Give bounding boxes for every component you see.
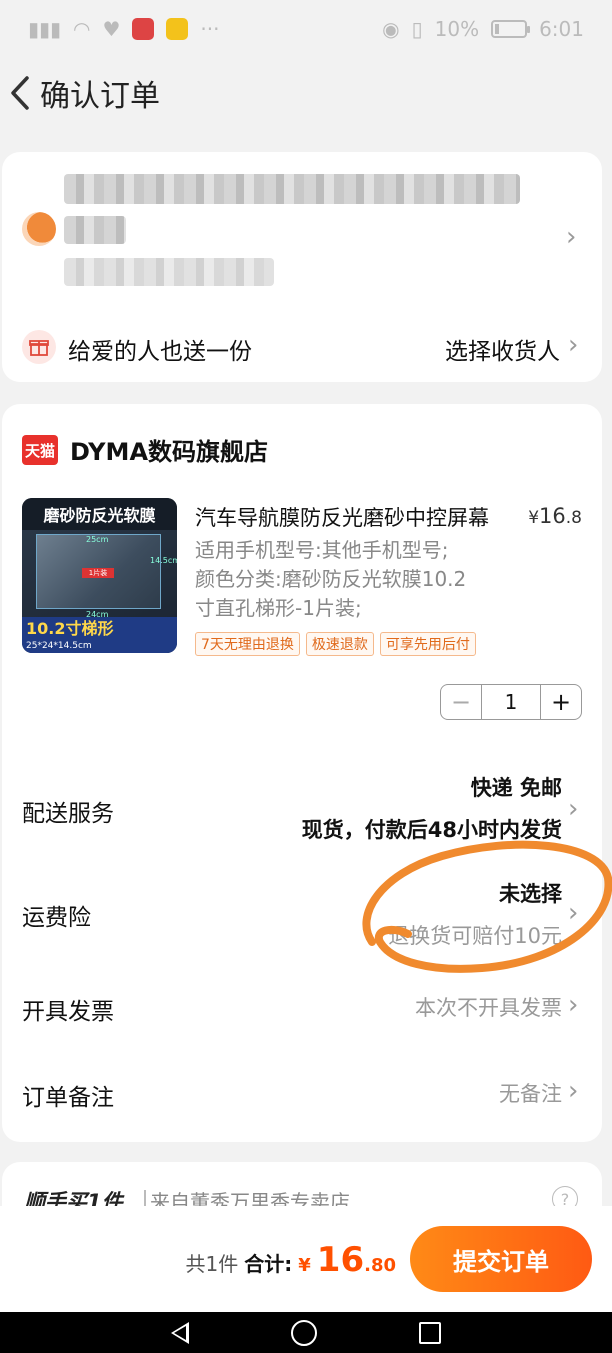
product-image[interactable]: 磨砂防反光软膜 25cm 14.5cm 24cm 1片装 10.2寸梯形 25*… xyxy=(22,498,177,653)
submit-order-button[interactable]: 提交订单 xyxy=(410,1226,592,1292)
chevron-right-icon: › xyxy=(568,794,579,824)
minus-button[interactable]: − xyxy=(441,685,481,719)
plus-button[interactable]: + xyxy=(541,685,581,719)
chevron-right-icon: › xyxy=(568,898,579,928)
system-home-icon[interactable] xyxy=(291,1319,317,1346)
tmall-badge: 天猫 xyxy=(22,435,58,465)
chevron-right-icon: › xyxy=(566,222,577,252)
shipping-insurance-status[interactable]: 未选择 xyxy=(499,878,562,908)
product-price: ¥16.8 xyxy=(528,504,582,528)
phone-blurred xyxy=(64,258,274,286)
nav-bar: 确认订单 xyxy=(0,58,612,128)
clock: 6:01 xyxy=(539,17,584,41)
product-image-dim-top: 25cm xyxy=(86,535,109,544)
battery-percent: 10% xyxy=(434,17,480,41)
order-note-label: 订单备注 xyxy=(22,1085,114,1111)
invoice-value[interactable]: 本次不开具发票 xyxy=(415,992,562,1022)
gift-label: 给爱的人也送一份 xyxy=(68,339,252,365)
total-dec: .80 xyxy=(364,1255,396,1276)
address-line-blurred xyxy=(64,174,520,204)
heart-icon: ♥ xyxy=(102,17,121,41)
vibrate-icon: ▯ xyxy=(411,17,423,41)
status-icons-right: ◉ ▯ 10% 6:01 xyxy=(382,17,584,41)
chevron-right-icon: › xyxy=(568,1076,579,1106)
back-button[interactable] xyxy=(0,73,40,113)
gift-icon xyxy=(22,330,56,364)
product-image-size-sub: 25*24*14.5cm xyxy=(26,641,92,651)
product-title[interactable]: 汽车导航膜防反光磨砂中控屏幕 xyxy=(195,502,525,532)
plus-icon: + xyxy=(550,688,572,716)
price-symbol: ¥ xyxy=(528,508,540,528)
chevron-right-icon: › xyxy=(568,990,579,1020)
service-tag: 7天无理由退换 xyxy=(195,632,300,656)
back-chevron-icon xyxy=(11,76,29,110)
system-nav-bar xyxy=(0,1312,612,1353)
sim-icon: ▮▮▮ xyxy=(28,17,62,41)
chevron-right-icon: › xyxy=(568,330,579,360)
minus-icon: − xyxy=(450,688,472,716)
shop-name[interactable]: DYMA数码旗舰店 xyxy=(70,432,268,467)
spec-line: 颜色分类:磨砂防反光软膜10.2 xyxy=(195,567,467,591)
app-notification-icon xyxy=(132,18,155,40)
status-bar: ▮▮▮ ◠ ♥ ··· ◉ ▯ 10% 6:01 xyxy=(0,0,612,58)
more-icon: ··· xyxy=(200,17,220,41)
invoice-label: 开具发票 xyxy=(22,999,114,1025)
status-icons-left: ▮▮▮ ◠ ♥ ··· xyxy=(28,17,220,41)
item-count: 共1件 xyxy=(185,1252,239,1276)
product-image-dim-side: 14.5cm xyxy=(150,556,177,565)
order-total: 共1件 合计: ¥ 16 .80 xyxy=(186,1240,396,1280)
system-back-icon[interactable] xyxy=(171,1321,189,1344)
total-int: 16 xyxy=(316,1240,365,1280)
total-currency: ¥ xyxy=(298,1255,311,1276)
product-spec: 适用手机型号:其他手机型号; 颜色分类:磨砂防反光软膜10.2 寸直孔梯形-1片… xyxy=(195,536,515,623)
service-tag: 可享先用后付 xyxy=(379,632,476,656)
service-tag: 极速退款 xyxy=(305,632,374,656)
system-recents-icon[interactable] xyxy=(419,1321,441,1344)
spec-line: 寸直孔梯形-1片装; xyxy=(195,596,362,620)
quantity-stepper: − 1 + xyxy=(440,684,582,720)
recipient-name-blurred xyxy=(64,216,126,244)
shipping-insurance-label: 运费险 xyxy=(22,905,91,931)
price-dec: .8 xyxy=(565,508,582,528)
delivery-main[interactable]: 快递 免邮 xyxy=(471,772,562,802)
delivery-sub[interactable]: 现货，付款后48小时内发货 xyxy=(302,814,562,844)
spec-line: 适用手机型号:其他手机型号; xyxy=(195,538,449,562)
quantity-value[interactable]: 1 xyxy=(481,685,541,719)
wifi-icon: ◠ xyxy=(73,17,91,41)
app-notification-icon xyxy=(166,18,189,40)
shipping-insurance-desc[interactable]: 退换货可赔付10元 xyxy=(388,920,562,950)
delivery-label: 配送服务 xyxy=(22,801,114,827)
eye-icon: ◉ xyxy=(382,17,400,41)
product-image-size: 10.2寸梯形 xyxy=(26,619,114,638)
location-icon xyxy=(22,212,56,246)
order-note-value[interactable]: 无备注 xyxy=(499,1078,562,1108)
price-int: 16 xyxy=(539,504,566,528)
select-recipient-link[interactable]: 选择收货人 xyxy=(445,332,560,366)
total-label: 合计: xyxy=(244,1252,293,1276)
service-tags: 7天无理由退换 极速退款 可享先用后付 xyxy=(195,632,476,656)
product-image-tag: 1片装 xyxy=(82,568,114,578)
product-image-banner: 磨砂防反光软膜 xyxy=(22,498,177,530)
page-title: 确认订单 xyxy=(40,79,160,114)
battery-icon xyxy=(491,20,531,38)
